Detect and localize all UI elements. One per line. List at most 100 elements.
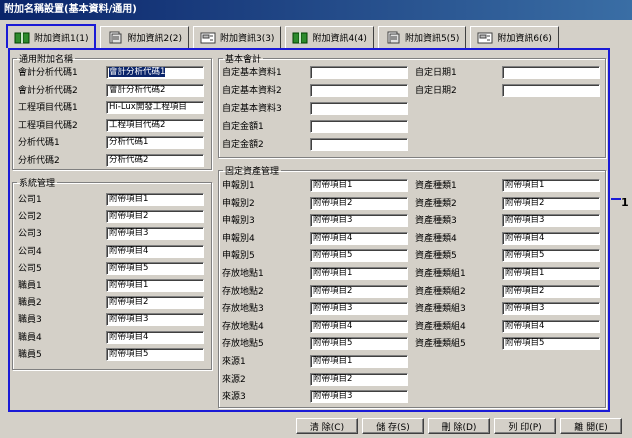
system-input-7[interactable]: 附帶項目2	[106, 296, 204, 310]
assets-left-input-3[interactable]: 附帶項目3	[310, 214, 408, 228]
assets-right-input-1[interactable]: 附帶項目1	[502, 179, 600, 192]
assets-right-input-4[interactable]: 附帶項目4	[502, 231, 600, 245]
assets-left-input-value: 附帶項目1	[313, 180, 353, 190]
assets-right-label-1: 資產種類1	[415, 181, 457, 191]
system-label-1: 公司1	[18, 195, 42, 205]
assets-right-input-10[interactable]: 附帶項目5	[502, 337, 600, 351]
accounting-right-input-1[interactable]	[502, 66, 600, 79]
general-input-6[interactable]: 分析代碼2	[106, 154, 204, 167]
tab-label: 附加資訊3(3)	[219, 34, 275, 44]
system-input-5[interactable]: 附帶項目5	[106, 261, 204, 275]
assets-left-input-value: 附帶項目3	[313, 215, 353, 226]
general-input-5[interactable]: 分析代碼1	[106, 136, 204, 150]
accounting-left-input-2[interactable]	[310, 84, 408, 97]
tab-attached-info-2[interactable]: 附加資訊2(2)	[100, 26, 189, 48]
assets-left-input-value: 附帶項目2	[313, 285, 353, 296]
assets-right-input-7[interactable]: 附帶項目2	[502, 284, 600, 298]
assets-left-label-11: 來源1	[222, 357, 246, 367]
assets-left-input-11[interactable]: 附帶項目1	[310, 355, 408, 368]
assets-right-input-value: 附帶項目3	[505, 303, 545, 314]
tab-attached-info-1[interactable]: 附加資訊1(1)	[6, 24, 97, 48]
assets-left-input-4[interactable]: 附帶項目4	[310, 231, 408, 245]
system-label-6: 職員1	[18, 281, 42, 291]
tab-attached-info-6[interactable]: 附加資訊6(6)	[470, 26, 559, 48]
tab-strip: 附加資訊1(1) 附加資訊2(2) 附加資訊3(3) 附加資訊4(4) 附加資訊5(5)…	[6, 24, 559, 48]
assets-left-input-1[interactable]: 附帶項目1	[310, 179, 408, 192]
system-label-9: 職員4	[18, 332, 42, 343]
assets-right-label-4: 資產種類4	[415, 233, 457, 244]
assets-left-label-12: 來源2	[222, 374, 246, 385]
assets-left-input-6[interactable]: 附帶項目1	[310, 267, 408, 280]
assets-right-input-value: 附帶項目4	[505, 232, 545, 243]
accounting-left-input-5[interactable]	[310, 138, 408, 151]
assets-right-input-2[interactable]: 附帶項目2	[502, 196, 600, 210]
assets-left-input-12[interactable]: 附帶項目2	[310, 372, 408, 386]
document-icon	[107, 31, 123, 44]
assets-right-input-3[interactable]: 附帶項目3	[502, 214, 600, 228]
general-label-6: 分析代碼2	[18, 156, 60, 166]
general-input-2[interactable]: 會計分析代碼2	[106, 83, 204, 97]
assets-right-input-5[interactable]: 附帶項目5	[502, 249, 600, 263]
book-icon	[292, 31, 308, 44]
close-button[interactable]: 離 開(E)	[560, 418, 622, 434]
tab-attached-info-5[interactable]: 附加資訊5(5)	[377, 26, 467, 48]
assets-left-input-2[interactable]: 附帶項目2	[310, 196, 408, 210]
tab-attached-info-3[interactable]: 附加資訊3(3)	[192, 26, 282, 48]
assets-right-label-7: 資產種類組2	[415, 286, 466, 297]
assets-right-input-9[interactable]: 附帶項目4	[502, 319, 600, 333]
tab-label: 附加資訊4(4)	[312, 34, 367, 44]
system-input-6[interactable]: 附帶項目1	[106, 279, 204, 292]
system-input-value: 附帶項目5	[109, 262, 149, 273]
clear-button[interactable]: 清 除(C)	[296, 418, 358, 434]
accounting-right-label-2: 自定日期2	[415, 86, 457, 96]
assets-right-label-6: 資產種類組1	[415, 269, 466, 279]
assets-right-input-value: 附帶項目5	[505, 338, 545, 349]
system-input-1[interactable]: 附帶項目1	[106, 193, 204, 206]
accounting-left-input-4[interactable]	[310, 120, 408, 133]
assets-left-label-6: 存放地點1	[222, 269, 264, 279]
system-input-8[interactable]: 附帶項目3	[106, 313, 204, 327]
system-input-4[interactable]: 附帶項目4	[106, 244, 204, 258]
assets-left-input-9[interactable]: 附帶項目4	[310, 319, 408, 333]
system-input-2[interactable]: 附帶項目2	[106, 210, 204, 224]
system-input-10[interactable]: 附帶項目5	[106, 347, 204, 361]
general-label-1: 會計分析代碼1	[18, 68, 78, 78]
annotation-leader-line	[611, 198, 621, 200]
tab-label: 附加資訊5(5)	[404, 34, 460, 44]
book-icon	[14, 31, 30, 44]
system-input-9[interactable]: 附帶項目4	[106, 330, 204, 344]
general-input-1[interactable]: 會計分析代碼1	[106, 66, 204, 79]
assets-right-input-6[interactable]: 附帶項目1	[502, 267, 600, 280]
assets-right-input-value: 附帶項目2	[505, 285, 545, 296]
annotation-number: 1	[621, 196, 629, 209]
accounting-right-input-2[interactable]	[502, 84, 600, 97]
assets-left-input-10[interactable]: 附帶項目5	[310, 337, 408, 351]
save-button[interactable]: 儲 存(S)	[362, 418, 424, 434]
general-input-4[interactable]: 工程項目代碼2	[106, 118, 204, 132]
general-group-legend: 通用附加名稱	[19, 55, 74, 65]
delete-button[interactable]: 刪 除(D)	[428, 418, 490, 434]
assets-right-label-5: 資產種類5	[415, 251, 457, 262]
general-input-3[interactable]: Hi-Lux開發工程項目	[106, 101, 204, 115]
assets-left-label-9: 存放地點4	[222, 321, 264, 332]
assets-left-input-5[interactable]: 附帶項目5	[310, 249, 408, 263]
assets-left-input-value: 附帶項目3	[313, 391, 353, 402]
assets-left-input-8[interactable]: 附帶項目3	[310, 302, 408, 316]
system-label-4: 公司4	[18, 246, 42, 257]
tab-attached-info-4[interactable]: 附加資訊4(4)	[285, 26, 374, 48]
system-input-value: 附帶項目4	[109, 245, 149, 256]
assets-left-label-5: 申報別5	[222, 251, 255, 262]
accounting-right-label-1: 自定日期1	[415, 68, 457, 78]
general-label-2: 會計分析代碼2	[18, 85, 78, 96]
assets-left-label-8: 存放地點3	[222, 304, 264, 315]
system-input-value: 附帶項目1	[109, 280, 149, 290]
assets-left-input-7[interactable]: 附帶項目2	[310, 284, 408, 298]
assets-left-input-13[interactable]: 附帶項目3	[310, 390, 408, 404]
system-input-3[interactable]: 附帶項目3	[106, 227, 204, 241]
tab-label: 附加資訊2(2)	[127, 34, 182, 44]
accounting-left-input-3[interactable]	[310, 102, 408, 115]
print-button[interactable]: 列 印(P)	[494, 418, 556, 434]
assets-right-input-8[interactable]: 附帶項目3	[502, 302, 600, 316]
accounting-left-input-1[interactable]	[310, 66, 408, 79]
accounting-left-label-1: 自定基本資料1	[222, 68, 282, 78]
